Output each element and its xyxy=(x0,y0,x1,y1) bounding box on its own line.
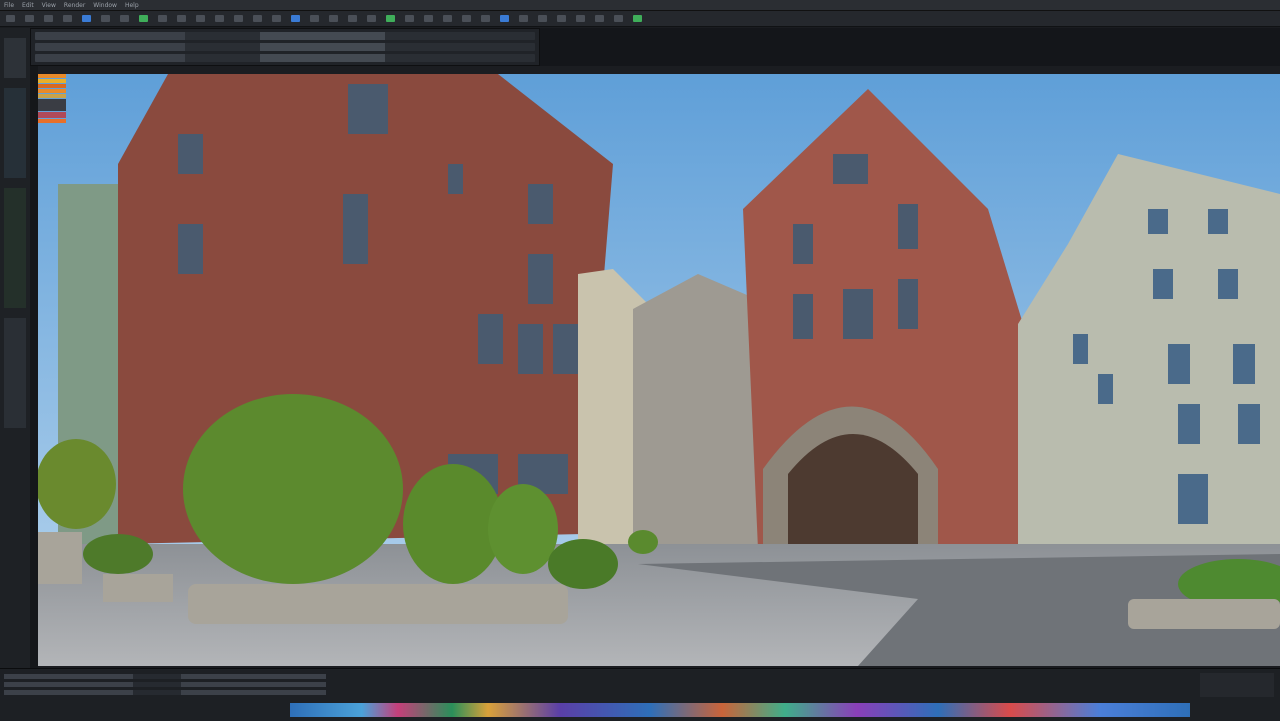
menu-render[interactable]: Render xyxy=(64,2,85,9)
status-widget[interactable] xyxy=(1200,673,1274,697)
toolbar-button[interactable] xyxy=(557,15,566,22)
toolbar-button[interactable] xyxy=(215,15,224,22)
render-viewport[interactable] xyxy=(38,74,1280,666)
toolbar-button[interactable] xyxy=(329,15,338,22)
toolbar-button[interactable] xyxy=(633,15,642,22)
main-toolbar xyxy=(0,11,1280,27)
tool-strip[interactable] xyxy=(4,38,26,78)
toolbar-button[interactable] xyxy=(44,15,53,22)
ribbon-empty-area xyxy=(540,28,1280,66)
toolbar-button[interactable] xyxy=(158,15,167,22)
toolbar-button[interactable] xyxy=(310,15,319,22)
toolbar-button[interactable] xyxy=(120,15,129,22)
toolbar-button[interactable] xyxy=(253,15,262,22)
toolbar-button[interactable] xyxy=(405,15,414,22)
menu-help[interactable]: Help xyxy=(125,2,139,9)
toolbar-button[interactable] xyxy=(82,15,91,22)
tool-strip[interactable] xyxy=(4,188,26,308)
toolbar-button[interactable] xyxy=(481,15,490,22)
menu-view[interactable]: View xyxy=(42,2,56,9)
toolbar-button[interactable] xyxy=(177,15,186,22)
menu-bar: File Edit View Render Window Help xyxy=(0,0,1280,11)
control-row[interactable] xyxy=(4,674,326,679)
toolbar-button[interactable] xyxy=(101,15,110,22)
menu-window[interactable]: Window xyxy=(93,2,117,9)
toolbar-button[interactable] xyxy=(538,15,547,22)
toolbar-button[interactable] xyxy=(348,15,357,22)
control-row[interactable] xyxy=(4,682,326,687)
toolbar-button[interactable] xyxy=(386,15,395,22)
bottom-panel xyxy=(0,668,1280,721)
viewport-header xyxy=(36,66,1280,74)
toolbar-button[interactable] xyxy=(576,15,585,22)
properties-ribbon xyxy=(30,28,540,66)
rendered-scene xyxy=(38,74,1280,666)
toolbar-button[interactable] xyxy=(6,15,15,22)
toolbar-button[interactable] xyxy=(234,15,243,22)
toolbar-button[interactable] xyxy=(25,15,34,22)
toolbar-button[interactable] xyxy=(272,15,281,22)
toolbar-button[interactable] xyxy=(595,15,604,22)
toolbar-button[interactable] xyxy=(367,15,376,22)
ribbon-row[interactable] xyxy=(35,43,535,51)
toolbar-button[interactable] xyxy=(462,15,471,22)
toolbar-button[interactable] xyxy=(139,15,148,22)
toolbar-button[interactable] xyxy=(614,15,623,22)
left-tool-panel xyxy=(0,28,31,668)
toolbar-button[interactable] xyxy=(424,15,433,22)
toolbar-button[interactable] xyxy=(519,15,528,22)
toolbar-button[interactable] xyxy=(196,15,205,22)
toolbar-button[interactable] xyxy=(500,15,509,22)
menu-file[interactable]: File xyxy=(4,2,14,9)
ribbon-row[interactable] xyxy=(35,54,535,62)
tool-strip[interactable] xyxy=(4,318,26,428)
outliner-strip xyxy=(30,66,38,668)
toolbar-button[interactable] xyxy=(63,15,72,22)
bottom-controls xyxy=(0,671,330,701)
timeline-track[interactable] xyxy=(290,703,1190,717)
menu-edit[interactable]: Edit xyxy=(22,2,34,9)
toolbar-button[interactable] xyxy=(443,15,452,22)
ribbon-row[interactable] xyxy=(35,32,535,40)
toolbar-button[interactable] xyxy=(291,15,300,22)
color-swatches[interactable] xyxy=(38,74,66,140)
control-row[interactable] xyxy=(4,690,326,695)
tool-strip[interactable] xyxy=(4,88,26,178)
